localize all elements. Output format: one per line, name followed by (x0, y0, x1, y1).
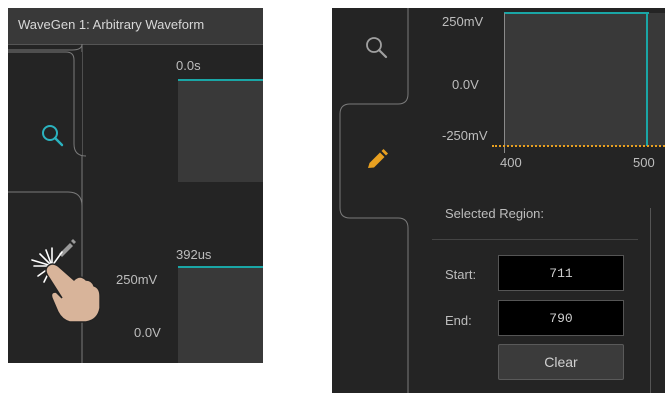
bottom-plot-trace (178, 266, 263, 268)
window-titlebar: WaveGen 1: Arbitrary Waveform (8, 8, 263, 45)
plot-trace-edge (646, 13, 648, 146)
top-plot-area[interactable] (178, 80, 263, 182)
window-title: WaveGen 1: Arbitrary Waveform (18, 17, 205, 32)
search-icon[interactable] (363, 34, 391, 62)
plot-v-mid: 0.0V (452, 77, 479, 92)
bottom-plot-time-label: 392us (176, 247, 212, 262)
plot-baseline-dotted (492, 145, 665, 147)
top-plot-time-label: 0.0s (176, 58, 201, 73)
selected-region-heading: Selected Region: (445, 206, 545, 221)
divider (432, 239, 638, 240)
start-field[interactable]: 711 (498, 255, 624, 291)
plot-v-top: 250mV (442, 14, 484, 29)
left-panel: WaveGen 1: Arbitrary Waveform 0.0s 392us… (8, 8, 263, 363)
start-label: Start: (445, 267, 477, 282)
right-panel: 250mV 0.0V -250mV 400 500 Selected Regio… (332, 8, 665, 393)
top-plot-trace (178, 79, 263, 81)
bottom-plot-v-bottom: 0.0V (134, 325, 161, 340)
plot-area[interactable] (504, 13, 665, 146)
plot-v-bottom: -250mV (442, 128, 488, 143)
plot-x-tick-400: 400 (500, 155, 522, 170)
bottom-plot-v-top: 250mV (116, 272, 158, 287)
clear-button[interactable]: Clear (498, 344, 624, 380)
pencil-icon[interactable] (366, 148, 390, 172)
end-label: End: (445, 313, 472, 328)
end-field[interactable]: 790 (498, 300, 624, 336)
touch-hand-icon (31, 247, 101, 323)
plot-x-tick-500: 500 (633, 155, 655, 170)
plot-y-axis (504, 13, 505, 153)
search-icon[interactable] (38, 121, 68, 151)
scrollbar-track[interactable] (650, 208, 651, 393)
bottom-plot-area[interactable] (178, 267, 263, 363)
plot-trace-top (504, 12, 649, 14)
